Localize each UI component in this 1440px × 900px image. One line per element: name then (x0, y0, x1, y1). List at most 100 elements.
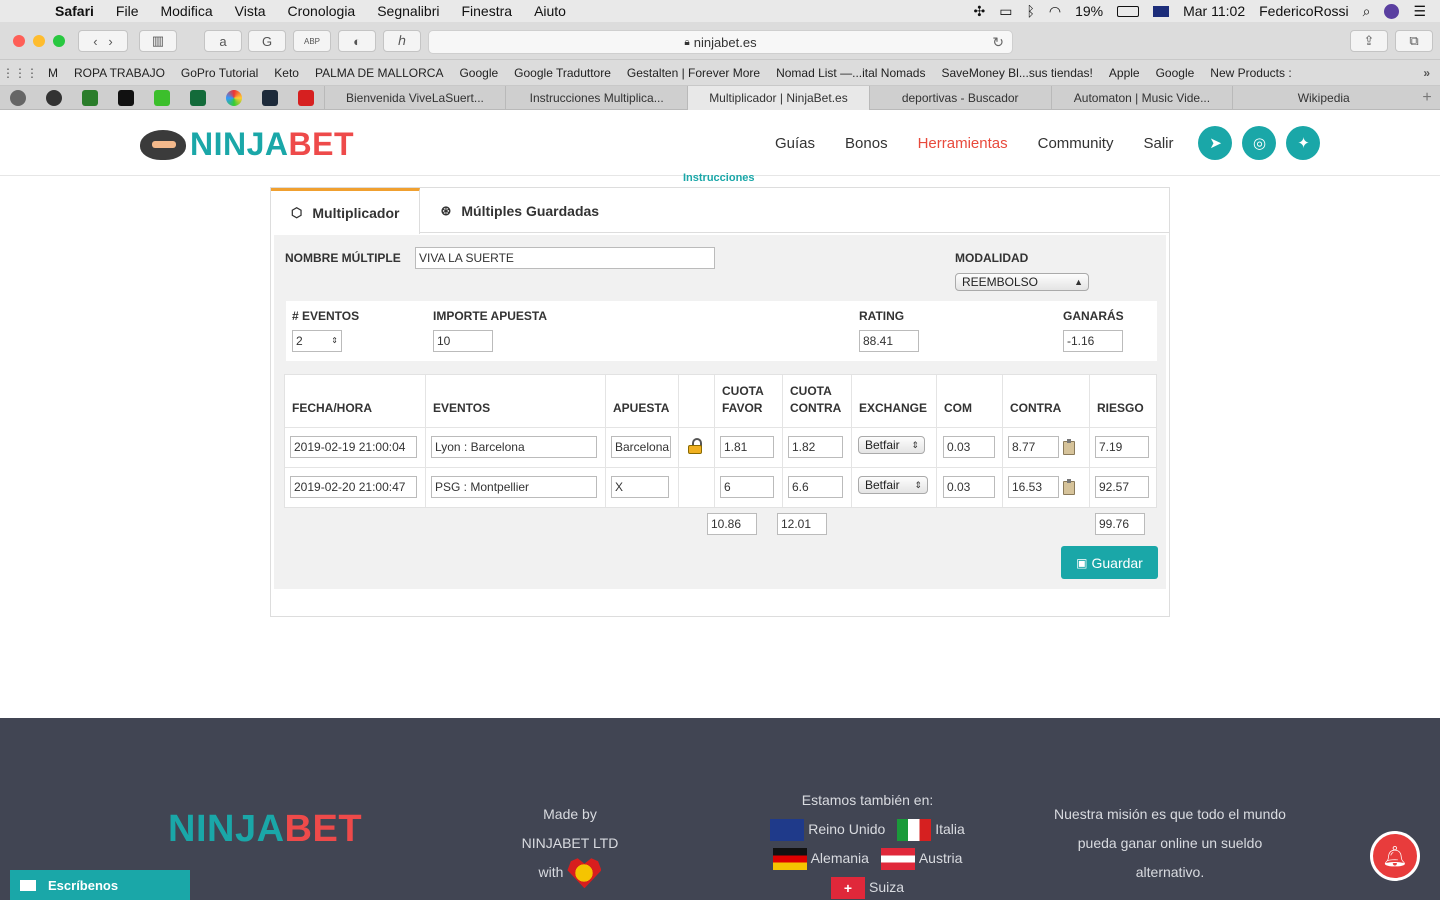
tab-multiples-guardadas[interactable]: ⊛ Múltiples Guardadas (420, 188, 619, 233)
menu-vista[interactable]: Vista (224, 3, 277, 19)
user-name[interactable]: FedericoRossi (1259, 3, 1348, 19)
reload-icon[interactable]: ↻ (992, 34, 1004, 51)
amazon-extension-icon[interactable]: a (204, 30, 242, 52)
browser-tab[interactable]: deportivas - Buscador (868, 85, 1051, 110)
bookmark-item[interactable]: Nomad List —...ital Nomads (768, 66, 933, 80)
bookmark-item[interactable]: GoPro Tutorial (173, 66, 266, 80)
more-bookmarks-icon[interactable]: » (1423, 66, 1440, 80)
fecha-input[interactable]: 2019-02-20 21:00:47 (290, 476, 417, 498)
instagram-icon[interactable]: ◎ (1242, 126, 1277, 160)
evento-input[interactable]: PSG : Montpellier (431, 476, 597, 498)
country-austria-link[interactable]: Austria (919, 850, 963, 866)
browser-tab-active[interactable]: Multiplicador | NinjaBet.es (687, 85, 869, 110)
bookmark-item[interactable]: Gestalten | Forever More (619, 66, 768, 80)
pinned-tab[interactable] (288, 86, 324, 110)
browser-tab[interactable]: Instrucciones Multiplica... (505, 85, 687, 110)
menu-segnalibri[interactable]: Segnalibri (366, 3, 450, 19)
clipboard-icon[interactable] (1063, 479, 1075, 495)
bookmark-item[interactable]: Google (1148, 66, 1203, 80)
zoom-window-button[interactable] (53, 35, 65, 47)
telegram-icon[interactable]: ➤ (1198, 126, 1233, 160)
pinned-tab[interactable] (216, 86, 252, 110)
grid-icon[interactable]: ⋮⋮⋮ (0, 66, 40, 80)
bookmark-item[interactable]: SaveMoney Bl...sus tiendas! (933, 66, 1100, 80)
grammarly-extension-icon[interactable]: G (248, 30, 286, 52)
stepper-arrows-icon[interactable]: ⇕ (331, 331, 338, 351)
bookmark-item[interactable]: Google (451, 66, 506, 80)
back-forward-buttons[interactable]: ‹ › (78, 30, 128, 52)
nav-community[interactable]: Community (1023, 135, 1129, 152)
pinned-tab[interactable] (252, 86, 288, 110)
nav-guias[interactable]: Guías (760, 135, 830, 152)
tab-multiplicador[interactable]: ⬡ Multiplicador (271, 188, 421, 234)
cuota-favor-input[interactable]: 1.81 (720, 436, 774, 458)
menu-finestra[interactable]: Finestra (450, 3, 523, 19)
cuota-contra-input[interactable]: 6.6 (788, 476, 843, 498)
browser-tab[interactable]: Bienvenida ViveLaSuert... (323, 85, 506, 110)
battery-percent[interactable]: 19% (1075, 3, 1103, 19)
nav-bonos[interactable]: Bonos (830, 135, 903, 152)
ninjabet-logo[interactable]: NINJA BET (140, 126, 354, 163)
bookmark-item[interactable]: M (40, 66, 66, 80)
sidebar-toggle-button[interactable]: ▥ (139, 30, 177, 52)
pinned-tab[interactable] (180, 86, 216, 110)
bookmark-item[interactable]: PALMA DE MALLORCA (307, 66, 451, 80)
country-italy-link[interactable]: Italia (935, 821, 965, 837)
instructions-link[interactable]: Instrucciones (683, 172, 755, 184)
ganaras-input[interactable]: -1.16 (1063, 330, 1123, 352)
new-tab-button[interactable]: + (1414, 89, 1440, 107)
close-window-button[interactable] (13, 35, 25, 47)
apuesta-input[interactable]: Barcelona (611, 436, 671, 458)
minimize-window-button[interactable] (33, 35, 45, 47)
menu-file[interactable]: File (105, 3, 150, 19)
exchange-select[interactable]: Betfair ⇕ (858, 436, 925, 454)
cuota-contra-input[interactable]: 1.82 (788, 436, 843, 458)
extension-icon[interactable]: ℎ (383, 30, 421, 52)
airplay-icon[interactable]: ▭ (999, 3, 1012, 20)
bluetooth-icon[interactable]: ᛒ (1026, 3, 1034, 19)
spotlight-search-icon[interactable]: ⌕ (1363, 3, 1371, 20)
browser-tab[interactable]: Wikipedia (1232, 85, 1414, 110)
twitter-icon[interactable]: ✦ (1286, 126, 1321, 160)
riesgo-input[interactable]: 7.19 (1095, 436, 1149, 458)
clipboard-icon[interactable] (1063, 439, 1075, 455)
exchange-select[interactable]: Betfair ⇕ (858, 476, 928, 494)
menu-modifica[interactable]: Modifica (149, 3, 223, 19)
ghostery-extension-icon[interactable]: ◐ (338, 30, 376, 52)
bookmark-item[interactable]: Apple (1101, 66, 1148, 80)
tab-overview-button[interactable]: ⧉ (1395, 30, 1433, 52)
menu-cronologia[interactable]: Cronologia (277, 3, 367, 19)
com-input[interactable]: 0.03 (943, 436, 995, 458)
notification-center-icon[interactable]: ☰ (1413, 3, 1426, 20)
guardar-button[interactable]: ▣ Guardar (1061, 546, 1158, 579)
write-us-button[interactable]: Escríbenos (10, 870, 190, 900)
cuota-favor-input[interactable]: 6 (720, 476, 774, 498)
country-switzerland-link[interactable]: Suiza (869, 879, 904, 895)
unlock-icon[interactable] (686, 438, 704, 454)
contra-input[interactable]: 16.53 (1008, 476, 1059, 498)
share-button[interactable]: ⇪ (1350, 30, 1388, 52)
modalidad-select[interactable]: REEMBOLSO ▲ (955, 273, 1089, 291)
pinned-tab[interactable] (72, 86, 108, 110)
nav-herramientas[interactable]: Herramientas (903, 135, 1023, 152)
importe-input[interactable]: 10 (433, 330, 493, 352)
country-uk-link[interactable]: Reino Unido (808, 821, 885, 837)
contra-input[interactable]: 8.77 (1008, 436, 1059, 458)
pinned-tab[interactable] (108, 86, 144, 110)
bookmark-item[interactable]: New Products : (1202, 66, 1299, 80)
address-bar[interactable]: 🔒︎ ninjabet.es ↻ (428, 30, 1013, 54)
fan-icon[interactable]: ✣ (973, 3, 985, 20)
eventos-stepper[interactable]: 2 ⇕ (292, 330, 342, 352)
clock[interactable]: Mar 11:02 (1183, 3, 1245, 19)
rating-input[interactable]: 88.41 (859, 330, 919, 352)
battery-icon[interactable] (1117, 5, 1140, 17)
browser-tab[interactable]: Automaton | Music Vide... (1050, 85, 1233, 110)
pinned-tab[interactable] (36, 86, 72, 110)
apuesta-input[interactable]: X (611, 476, 669, 498)
com-input[interactable]: 0.03 (943, 476, 995, 498)
fecha-input[interactable]: 2019-02-19 21:00:04 (290, 436, 417, 458)
adblock-extension-icon[interactable]: ABP (293, 30, 331, 52)
country-germany-link[interactable]: Alemania (811, 850, 869, 866)
pinned-tab[interactable] (0, 86, 36, 110)
nav-salir[interactable]: Salir (1128, 135, 1188, 152)
